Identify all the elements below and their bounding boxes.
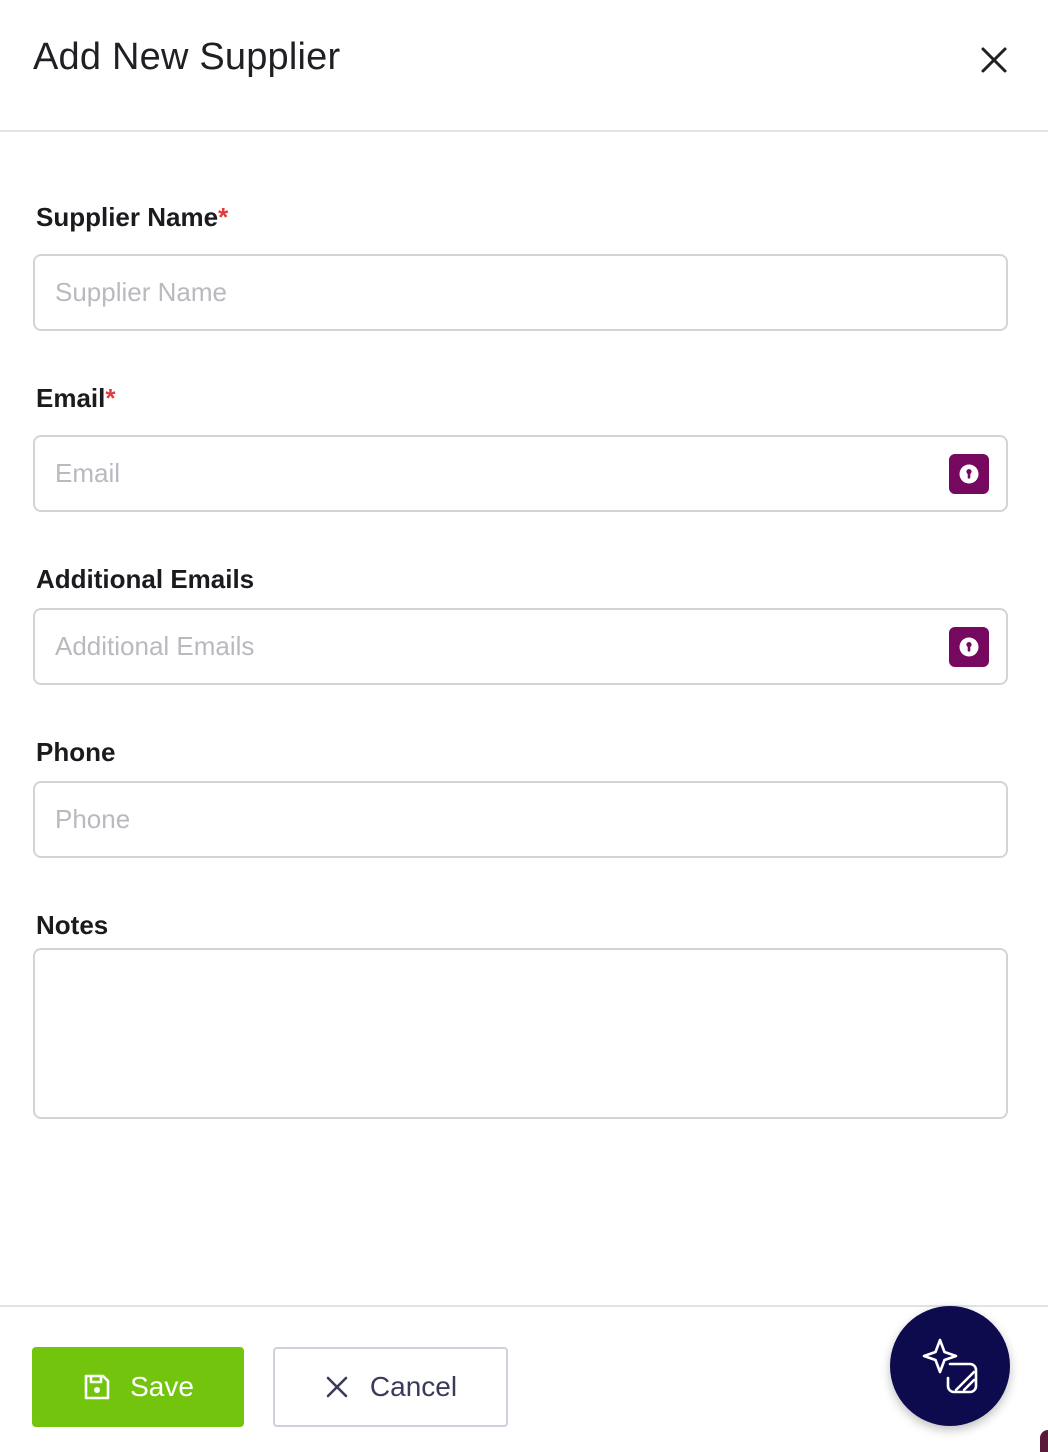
save-button[interactable]: Save [32,1347,244,1427]
password-key-icon [959,464,979,484]
required-marker: * [105,383,116,413]
cancel-button-label: Cancel [369,1371,458,1402]
ai-assistant-button[interactable] [890,1306,1010,1426]
supplier-name-input[interactable] [33,254,1008,331]
additional-emails-input[interactable] [33,608,1008,685]
email-input[interactable] [33,435,1008,512]
password-key-icon [959,637,979,657]
floppy-disk-icon [84,1374,110,1400]
close-icon [981,47,1007,73]
phone-label: Phone [36,737,116,767]
phone-input[interactable] [33,781,1008,858]
additional-emails-label: Additional Emails [36,564,255,594]
modal-header: Add New Supplier [0,0,1048,132]
close-icon [326,1376,348,1398]
supplier-name-label-text: Supplier Name [36,202,219,232]
cancel-button[interactable]: Cancel [273,1347,508,1427]
sparkle-assistant-icon [922,1338,978,1394]
corner-accent [1040,1430,1048,1452]
notes-textarea[interactable] [33,948,1008,1119]
notes-label: Notes [36,910,109,940]
email-label: Email* [36,383,116,414]
additional-emails-password-manager-button[interactable] [949,627,989,667]
supplier-name-label: Supplier Name* [36,202,228,233]
modal-title: Add New Supplier [33,36,341,78]
email-password-manager-button[interactable] [949,454,989,494]
email-label-text: Email [36,383,106,413]
required-marker: * [218,202,229,232]
close-button[interactable] [974,40,1014,80]
save-button-label: Save [130,1371,194,1402]
add-supplier-modal: Add New Supplier Supplier Name* Email* A… [0,0,1048,1452]
